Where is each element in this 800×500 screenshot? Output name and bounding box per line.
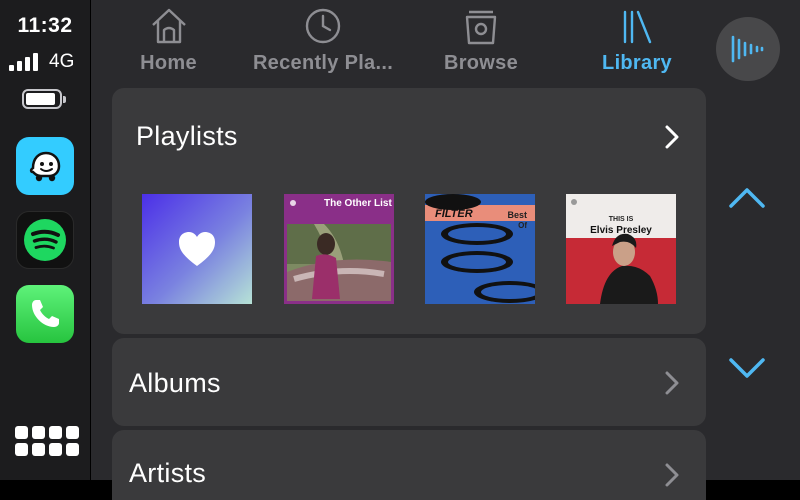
artists-section[interactable]: Artists (112, 430, 706, 500)
album-badge-of: Of (518, 221, 527, 230)
spotify-main-panel: Home Recently Pla... Browse Library Play… (91, 0, 800, 500)
playlist-subtitle-text: THIS IS (608, 216, 634, 223)
chevron-right-icon (665, 463, 679, 487)
playlist-liked-songs[interactable] (142, 194, 252, 304)
playlist-this-is-elvis[interactable]: THIS IS Elvis Presley (566, 194, 676, 304)
home-icon (151, 8, 186, 44)
heart-icon (179, 232, 215, 266)
tab-home-label: Home (140, 52, 197, 74)
playlist-best-of-filter[interactable]: FILTER Best Of (425, 194, 535, 304)
tab-library-label: Library (602, 52, 672, 74)
playlists-section[interactable]: Playlists The Other List FILTER Best Of … (112, 88, 706, 334)
phone-icon (32, 300, 59, 327)
tab-recently-played[interactable]: Recently Pla... (243, 0, 403, 86)
playlist-cover-art (284, 194, 394, 304)
album-badge-best: Best (505, 210, 529, 220)
tab-bar: Home Recently Pla... Browse Library (91, 0, 711, 86)
svg-text:FILTER: FILTER (435, 208, 473, 220)
playlist-cover-art (566, 194, 676, 304)
albums-title: Albums (129, 368, 221, 398)
browse-icon (465, 10, 497, 45)
app-grid-icon[interactable] (15, 426, 79, 456)
scroll-up-chevron-icon[interactable] (727, 184, 767, 210)
tab-home[interactable]: Home (121, 0, 216, 86)
waze-icon (29, 151, 61, 182)
tab-browse-label: Browse (443, 52, 519, 74)
spotify-icon (24, 219, 66, 261)
waze-app-icon[interactable] (16, 137, 74, 195)
siri-waveform-icon (731, 35, 764, 63)
carplay-dock: 11:32 4G (0, 0, 91, 480)
spotify-app-icon[interactable] (16, 211, 74, 269)
playlist-title-text: The Other List (324, 198, 392, 209)
chevron-right-icon (665, 371, 679, 395)
network-type: 4G (49, 51, 75, 72)
battery-icon (22, 89, 66, 109)
tab-browse[interactable]: Browse (426, 0, 536, 86)
playlists-title: Playlists (136, 121, 238, 151)
playlist-title-text: Elvis Presley (590, 225, 652, 236)
chevron-right-icon (665, 125, 679, 149)
scroll-down-chevron-icon[interactable] (727, 356, 767, 382)
tab-library[interactable]: Library (587, 0, 687, 86)
cellular-signal-icon (9, 53, 38, 71)
tab-recently-played-label: Recently Pla... (252, 52, 394, 74)
library-icon (623, 10, 652, 44)
phone-app-icon[interactable] (16, 285, 74, 343)
clock-icon (305, 8, 341, 44)
siri-button[interactable] (716, 17, 780, 81)
albums-section[interactable]: Albums (112, 338, 706, 426)
artists-title: Artists (129, 458, 207, 488)
status-time: 11:32 (17, 14, 73, 37)
playlist-the-other-list[interactable]: The Other List (284, 194, 394, 304)
